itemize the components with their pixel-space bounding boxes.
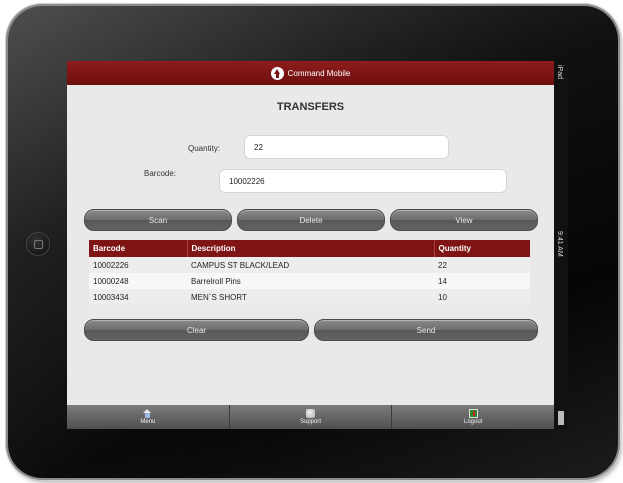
table-row[interactable]: 10000248 Barrelroll Pins 14 <box>89 273 530 289</box>
cell-barcode: 10000248 <box>93 276 129 286</box>
logout-icon <box>468 409 478 418</box>
tab-support-label: Support <box>300 419 322 425</box>
tab-logout[interactable]: Logout <box>392 405 554 429</box>
cell-description: Barrelroll Pins <box>191 276 241 286</box>
cell-barcode: 10003434 <box>93 292 129 302</box>
support-icon <box>306 409 315 418</box>
table-row[interactable]: 10002226 CAMPUS ST BLACK/LEAD 22 <box>89 257 530 273</box>
app-title: Command Mobile <box>287 68 351 78</box>
clear-button[interactable]: Clear <box>84 319 309 341</box>
column-header-description: Description <box>187 240 435 257</box>
bottom-tab-bar: Menu Support Logout <box>67 405 554 429</box>
tab-menu-label: Menu <box>140 419 156 425</box>
status-carrier: iPad <box>556 65 563 80</box>
home-button[interactable] <box>26 232 50 256</box>
tab-logout-label: Logout <box>464 419 483 425</box>
tab-support[interactable]: Support <box>230 405 393 429</box>
app-screen: Command Mobile TRANSFERS Quantity: 22 Ba… <box>67 61 554 429</box>
view-button[interactable]: View <box>390 209 538 231</box>
barcode-input[interactable]: 10002226 <box>219 169 507 193</box>
status-time: 9:41 AM <box>556 231 563 257</box>
cell-description: MEN`S SHORT <box>191 292 247 302</box>
quantity-input[interactable]: 22 <box>244 135 449 159</box>
column-header-barcode: Barcode <box>89 240 188 257</box>
status-bar: iPad 9:41 AM <box>554 61 568 429</box>
cell-quantity: 22 <box>438 260 447 270</box>
home-icon <box>143 409 152 418</box>
tab-menu[interactable]: Menu <box>67 405 230 429</box>
barcode-label: Barcode: <box>144 169 177 178</box>
battery-icon <box>558 411 564 425</box>
logo-icon <box>270 66 284 80</box>
app-header: Command Mobile <box>67 61 554 85</box>
send-button[interactable]: Send <box>314 319 538 341</box>
cell-quantity: 14 <box>438 276 447 286</box>
table-header-row: Barcode Description Quantity <box>89 240 530 257</box>
quantity-label: Quantity: <box>188 144 221 153</box>
transfers-table: Barcode Description Quantity 10002226 CA… <box>89 240 530 305</box>
cell-description: CAMPUS ST BLACK/LEAD <box>191 260 290 270</box>
column-header-quantity: Quantity <box>434 240 530 257</box>
cell-barcode: 10002226 <box>93 260 129 270</box>
delete-button[interactable]: Delete <box>237 209 385 231</box>
table-row[interactable]: 10003434 MEN`S SHORT 10 <box>89 289 530 305</box>
page-title: TRANSFERS <box>276 101 345 113</box>
scan-button[interactable]: Scan <box>84 209 232 231</box>
cell-quantity: 10 <box>438 292 447 302</box>
